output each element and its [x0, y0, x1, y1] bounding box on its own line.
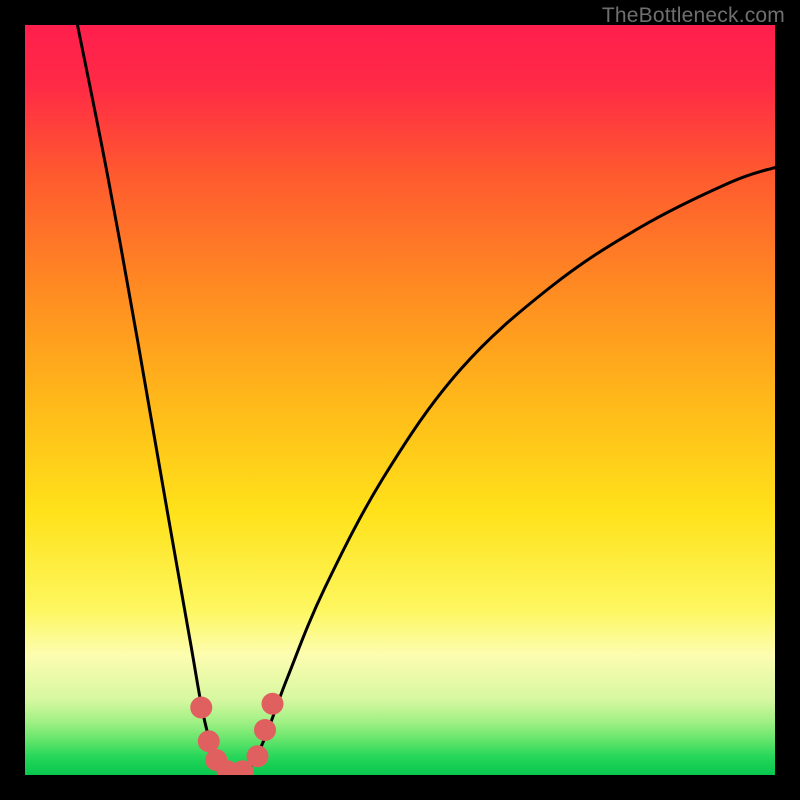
curve-marker — [262, 693, 284, 715]
curve-marker — [254, 719, 276, 741]
plot-area — [25, 25, 775, 775]
chart-frame: TheBottleneck.com — [0, 0, 800, 800]
curve-marker — [190, 697, 212, 719]
curve-marker — [247, 745, 269, 767]
curve-marker — [198, 730, 220, 752]
bottleneck-chart — [25, 25, 775, 775]
gradient-background — [25, 25, 775, 775]
